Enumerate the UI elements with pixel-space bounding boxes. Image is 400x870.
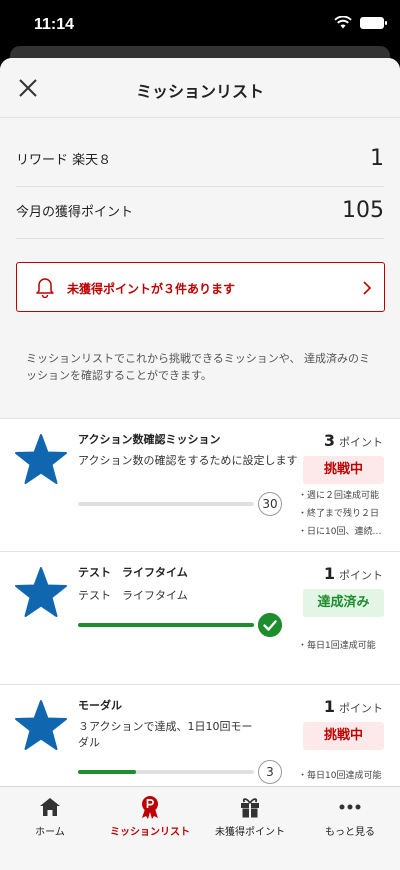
mission-subtitle: ３アクションで達成、1日10回モーダル <box>78 720 253 749</box>
gift-icon <box>241 798 259 818</box>
mission-card[interactable]: テスト ライフタイム テスト ライフタイム 1 ポイント 達成済み ・毎日1回達… <box>0 551 400 684</box>
wifi-icon <box>334 16 352 29</box>
mission-notes: ・毎日10回達成可能 <box>298 767 394 785</box>
description-text: ミッションリストでこれから挑戦できるミッションや、 達成済みのミッションを確認す… <box>26 352 370 382</box>
tab-unearned-points[interactable]: 未獲得ポイント <box>200 787 300 847</box>
points-value: 105 <box>342 198 384 223</box>
points-unit: ポイント <box>339 569 383 582</box>
mission-notes: ・毎日1回達成可能 <box>298 637 394 655</box>
progress-track <box>78 770 254 774</box>
progress-count: 3 <box>258 760 282 784</box>
mission-points: 1 ポイント <box>324 564 383 583</box>
summary-section: リワード 楽天８ 1 今月の獲得ポイント 105 未獲得ポイントが３件あります … <box>0 118 400 418</box>
mission-title: テスト ライフタイム <box>78 566 188 579</box>
reward-row: リワード 楽天８ 1 <box>16 146 384 171</box>
tab-mission-list[interactable]: ミッションリスト <box>100 787 200 847</box>
reward-label: リワード 楽天８ <box>16 153 112 168</box>
more-icon <box>339 804 361 810</box>
progress-track <box>78 502 254 506</box>
note-item: ・日に10回、連続… <box>298 527 382 537</box>
tab-label: ミッションリスト <box>110 827 190 838</box>
tab-more[interactable]: もっと見る <box>300 787 400 847</box>
points-number: 1 <box>323 564 335 583</box>
tab-bar: ホーム ミッションリスト 未獲得ポイント もっと見る <box>0 786 400 870</box>
mission-points: 1 ポイント <box>324 697 383 716</box>
mission-notes: ・週に２回達成可能 ・終了まで残り２日 ・日に10回、連続… <box>298 487 394 541</box>
sheet-header: ミッションリスト <box>0 58 400 118</box>
points-number: 3 <box>323 431 335 450</box>
divider <box>16 186 384 187</box>
tab-label: ホーム <box>35 827 65 838</box>
status-badge: 挑戦中 <box>303 456 384 484</box>
divider <box>16 238 384 239</box>
progress-fill <box>78 623 254 627</box>
mission-title: モーダル <box>78 699 122 712</box>
status-badge: 達成済み <box>303 589 384 617</box>
mission-points: 3 ポイント <box>324 431 383 450</box>
note-item: ・週に２回達成可能 <box>298 491 380 501</box>
mission-card[interactable]: アクション数確認ミッション アクション数の確認をするために設定します 30 3 … <box>0 418 400 551</box>
star-icon <box>15 567 67 617</box>
battery-icon <box>360 16 387 29</box>
mission-list-sheet: ミッションリスト リワード 楽天８ 1 今月の獲得ポイント 105 未獲得ポイン… <box>0 58 400 870</box>
points-unit: ポイント <box>339 436 383 449</box>
progress-count: 30 <box>258 492 282 516</box>
page-title: ミッションリスト <box>135 82 264 101</box>
status-badge: 挑戦中 <box>303 722 384 750</box>
status-bar: 11:14 <box>0 0 400 50</box>
progress-track <box>78 623 254 627</box>
status-icons <box>334 16 387 29</box>
note-item: ・終了まで残り２日 <box>298 509 380 519</box>
mission-subtitle: アクション数の確認をするために設定します <box>78 454 298 467</box>
points-number: 1 <box>323 697 335 716</box>
points-row: 今月の獲得ポイント 105 <box>16 198 384 223</box>
unearned-points-alert[interactable]: 未獲得ポイントが３件あります <box>16 262 385 312</box>
note-item: ・毎日1回達成可能 <box>298 641 376 651</box>
chevron-right-icon <box>363 281 372 295</box>
star-icon <box>15 434 67 484</box>
progress-fill <box>78 770 137 774</box>
star-icon <box>15 700 67 750</box>
mission-subtitle: テスト ライフタイム <box>78 589 188 602</box>
bell-icon <box>36 278 54 298</box>
points-unit: ポイント <box>339 702 383 715</box>
tab-home[interactable]: ホーム <box>0 787 100 847</box>
check-icon <box>258 613 282 637</box>
mission-title: アクション数確認ミッション <box>78 433 221 446</box>
reward-value: 1 <box>370 146 384 171</box>
mission-medal-icon <box>142 796 158 819</box>
home-icon <box>40 798 60 816</box>
status-time: 11:14 <box>34 16 75 33</box>
alert-text: 未獲得ポイントが３件あります <box>67 282 236 296</box>
note-item: ・毎日10回達成可能 <box>298 771 382 781</box>
points-label: 今月の獲得ポイント <box>16 205 134 220</box>
tab-label: 未獲得ポイント <box>215 827 285 838</box>
tab-label: もっと見る <box>325 827 375 838</box>
